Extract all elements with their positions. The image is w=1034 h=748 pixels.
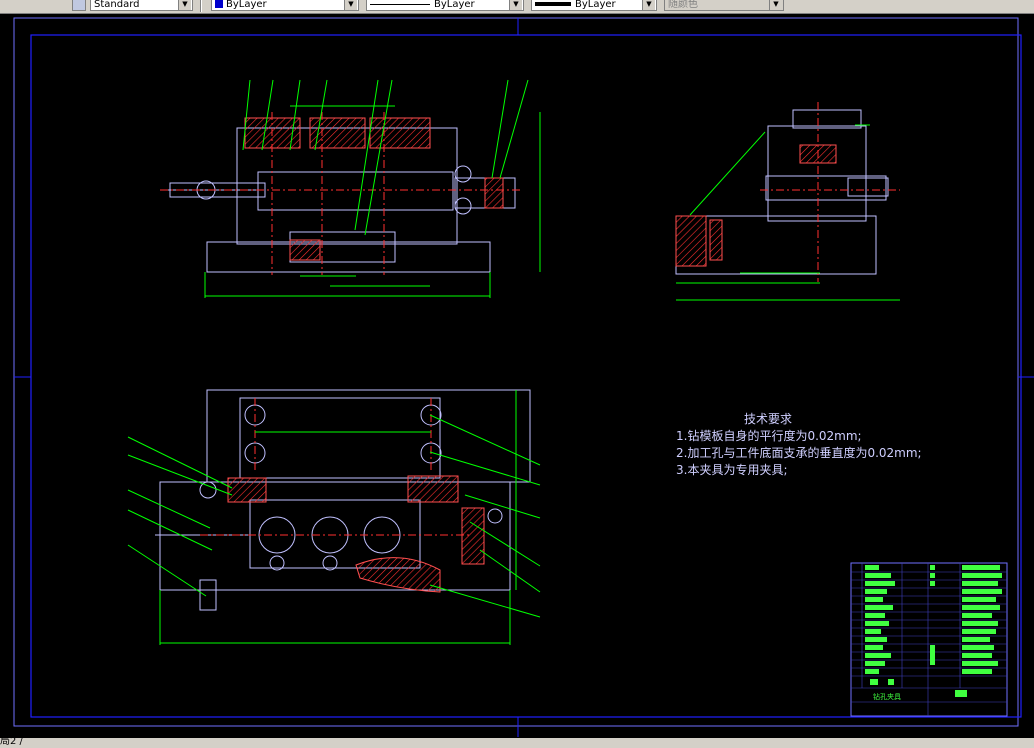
chevron-down-icon: ▼ xyxy=(509,0,522,10)
plot-style-dropdown[interactable]: 随颜色 ▼ xyxy=(664,0,784,11)
title-block: 钻孔夹具 xyxy=(850,562,1008,717)
chevron-down-icon: ▼ xyxy=(642,0,655,10)
drawing-canvas[interactable]: 钻孔夹具 xyxy=(0,13,1034,738)
color-dropdown[interactable]: ByLayer ▼ xyxy=(211,0,359,11)
front-view xyxy=(160,79,541,298)
tech-requirements: 技术要求 1.钻模板自身的平行度为0.02mm; 2.加工孔与工件底面支承的垂直… xyxy=(676,411,922,479)
side-view xyxy=(675,102,900,301)
linetype-dropdown[interactable]: ByLayer ▼ xyxy=(366,0,524,11)
layout-tab[interactable]: 局2 / xyxy=(0,738,23,748)
properties-toolbar: Standard ▼ ByLayer ▼ ByLayer ▼ ByLayer ▼… xyxy=(0,0,1034,14)
text-style-value: Standard xyxy=(94,0,140,10)
color-value: ByLayer xyxy=(226,0,267,10)
lineweight-dropdown[interactable]: ByLayer ▼ xyxy=(531,0,657,11)
text-style-dropdown[interactable]: Standard ▼ xyxy=(90,0,193,11)
top-view xyxy=(127,389,541,645)
title-block-name: 钻孔夹具 xyxy=(873,692,901,701)
layout-tab-bar: 局2 / xyxy=(0,738,1034,748)
tech-requirement-item: 1.钻模板自身的平行度为0.02mm; xyxy=(676,429,862,443)
tech-requirements-title: 技术要求 xyxy=(744,412,793,426)
lineweight-sample xyxy=(535,2,571,6)
tech-requirement-item: 3.本夹具为专用夹具; xyxy=(676,463,788,477)
plot-style-value: 随颜色 xyxy=(668,0,698,10)
tech-requirement-item: 2.加工孔与工件底面支承的垂直度为0.02mm; xyxy=(676,446,922,460)
toolbar-separator xyxy=(200,0,202,12)
linetype-sample xyxy=(370,3,430,5)
lineweight-value: ByLayer xyxy=(575,0,616,10)
text-style-icon[interactable] xyxy=(72,0,86,11)
chevron-down-icon: ▼ xyxy=(769,0,782,10)
chevron-down-icon: ▼ xyxy=(344,0,357,10)
linetype-value: ByLayer xyxy=(434,0,475,10)
chevron-down-icon: ▼ xyxy=(178,0,191,10)
color-swatch xyxy=(215,0,223,8)
